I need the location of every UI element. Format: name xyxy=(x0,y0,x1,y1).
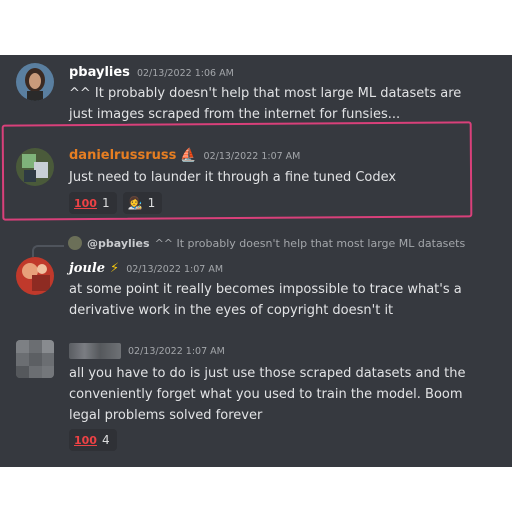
reaction-count: 4 xyxy=(101,433,110,447)
username[interactable]: joule xyxy=(69,261,105,276)
message-line: at some point it really becomes impossib… xyxy=(69,282,462,297)
reply-connector xyxy=(32,245,64,257)
message-line: conveniently forget what you used to tra… xyxy=(69,387,463,402)
timestamp: 02/13/2022 1:07 AM xyxy=(128,345,225,357)
reply-mention[interactable]: @pbaylies xyxy=(87,237,150,250)
message-line: legal problems solved forever xyxy=(69,408,263,423)
timestamp: 02/13/2022 1:07 AM xyxy=(126,264,224,275)
avatar-joule[interactable] xyxy=(16,257,54,295)
reply-snippet: ^^ It probably doesn't help that most la… xyxy=(154,236,466,250)
reaction-100[interactable]: 100 4 xyxy=(69,429,117,451)
reply-avatar xyxy=(68,236,82,250)
username[interactable]: pbaylies xyxy=(69,65,130,80)
hundred-points-icon: 100 xyxy=(74,433,97,447)
avatar-redacted[interactable] xyxy=(16,340,54,378)
message-line: derivative work in the eyes of copyright… xyxy=(69,303,394,318)
avatar-pbaylies[interactable] xyxy=(16,63,54,101)
message-line: all you have to do is just use those scr… xyxy=(69,366,466,381)
reply-reference[interactable]: @pbaylies ^^ It probably doesn't help th… xyxy=(68,236,465,250)
redacted-username xyxy=(69,343,121,359)
highlight-annotation xyxy=(1,121,473,221)
message-line: ^^ It probably doesn't help that most la… xyxy=(69,86,462,101)
lightning-icon: ⚡ xyxy=(110,261,120,276)
timestamp: 02/13/2022 1:06 AM xyxy=(136,68,234,79)
